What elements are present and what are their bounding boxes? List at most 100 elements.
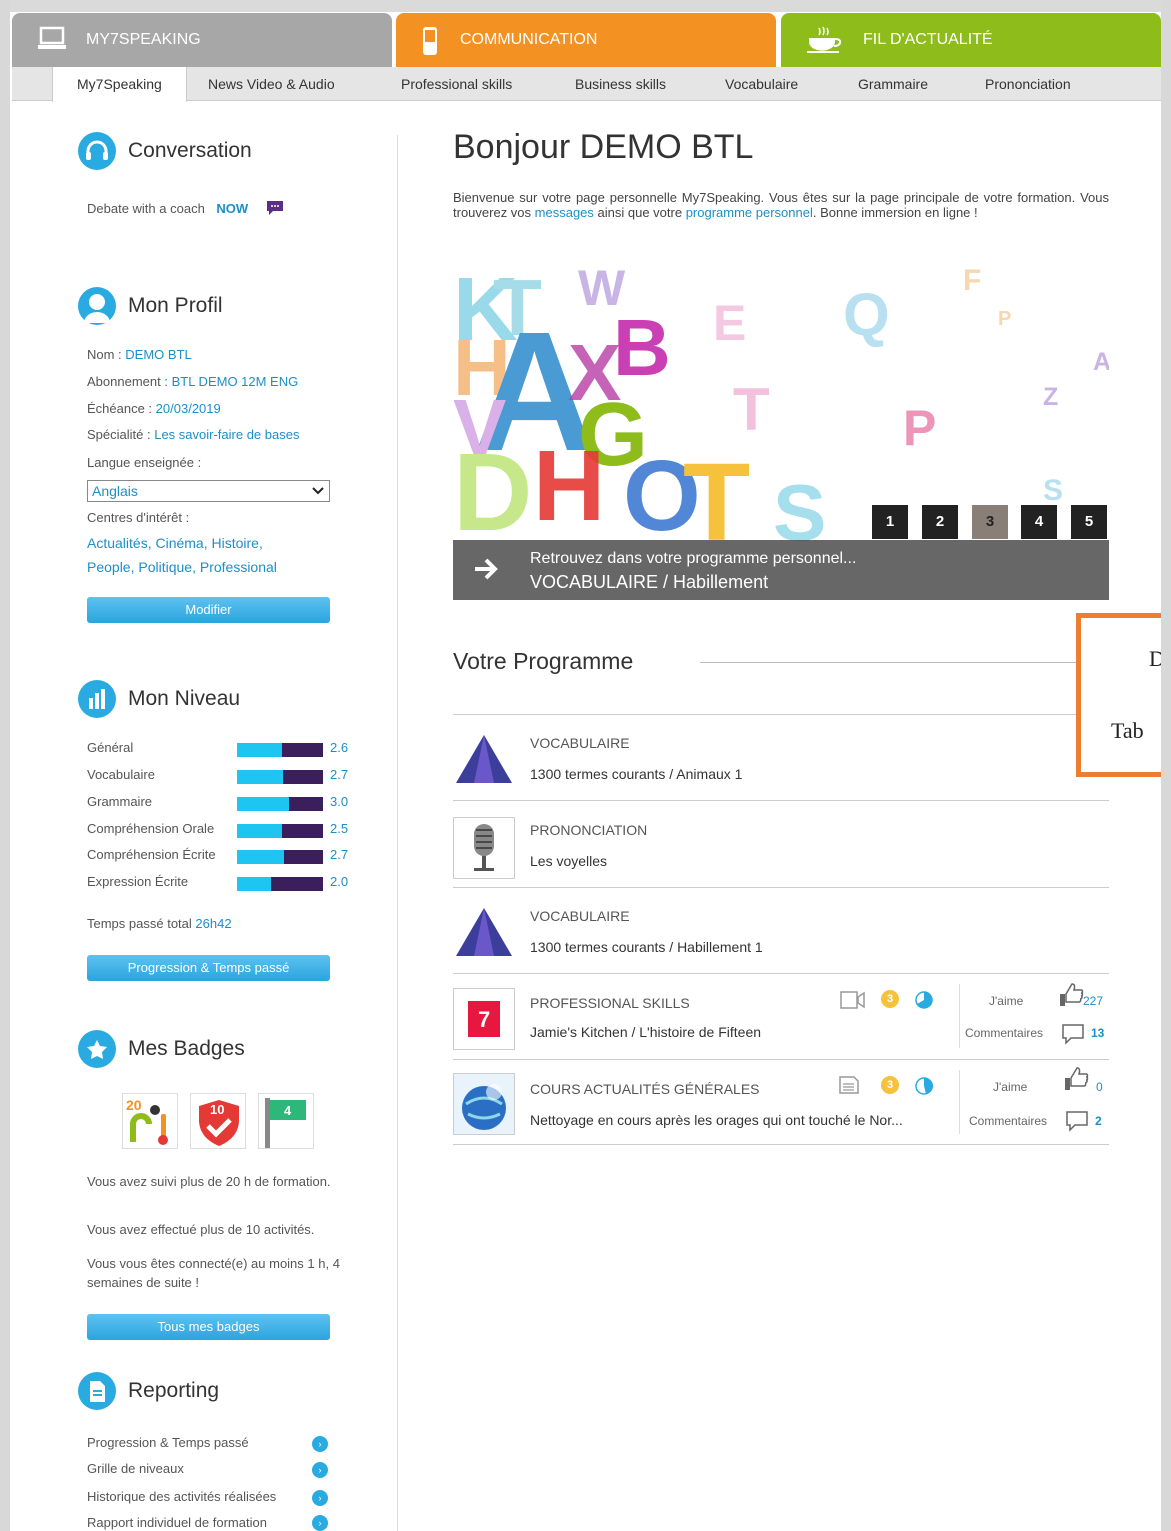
- slide-2-button[interactable]: 2: [922, 505, 958, 539]
- progress-pie-icon: [914, 990, 934, 1015]
- reporting-item-grille[interactable]: Grille de niveaux: [87, 1461, 184, 1476]
- thumbs-up-icon[interactable]: [1063, 1066, 1089, 1097]
- svg-text:B: B: [613, 303, 671, 392]
- svg-text:Q: Q: [843, 281, 890, 348]
- programme-category: COURS ACTUALITÉS GÉNÉRALES: [530, 1081, 760, 1097]
- comment-bubble-icon[interactable]: [1065, 1109, 1089, 1138]
- banner-caption[interactable]: Retrouvez dans votre programme personnel…: [453, 540, 1109, 600]
- arrow-right-icon[interactable]: ›: [312, 1462, 328, 1478]
- programme-item[interactable]: COURS ACTUALITÉS GÉNÉRALES Nettoyage en …: [453, 1059, 1109, 1145]
- subnav-my7speaking[interactable]: My7Speaking: [52, 67, 187, 102]
- level-value: 2.5: [330, 821, 349, 836]
- badge-10-activites-icon[interactable]: 10: [190, 1093, 246, 1149]
- langue-value: Anglais: [92, 483, 138, 499]
- progression-button[interactable]: Progression & Temps passé: [87, 955, 330, 981]
- badge-4-semaines-icon[interactable]: 4: [258, 1093, 314, 1149]
- section-title: Mon Niveau: [128, 687, 241, 710]
- comments-label: Commentaires: [969, 1114, 1048, 1128]
- svg-text:H: H: [533, 430, 605, 542]
- subnav-professional-skills[interactable]: Professional skills: [401, 67, 512, 101]
- slide-3-button[interactable]: 3: [972, 505, 1008, 539]
- arrow-right-icon[interactable]: ›: [312, 1515, 328, 1531]
- arrow-right-icon: [471, 554, 501, 589]
- reporting-heading: Reporting: [78, 1372, 219, 1410]
- slide-5-button[interactable]: 5: [1071, 505, 1107, 539]
- reporting-item-historique[interactable]: Historique des activités réalisées: [87, 1489, 276, 1504]
- subnav-prononciation[interactable]: Prononciation: [985, 67, 1071, 101]
- section-title: Conversation: [128, 139, 252, 162]
- slide-1-button[interactable]: 1: [872, 505, 908, 539]
- arrow-right-icon[interactable]: ›: [312, 1490, 328, 1506]
- svg-text:10: 10: [210, 1102, 224, 1117]
- tab-fil-actualite[interactable]: FIL D'ACTUALITÉ: [781, 13, 1161, 67]
- level-bar: [237, 850, 323, 864]
- tab-label: MY7SPEAKING: [86, 31, 201, 48]
- svg-text:Z: Z: [1043, 383, 1058, 411]
- user-icon: [78, 287, 116, 325]
- reporting-item-progression[interactable]: Progression & Temps passé: [87, 1435, 249, 1450]
- badge-text-2: Vous avez effectué plus de 10 activités.: [87, 1222, 315, 1237]
- vocabulaire-a-icon: [453, 731, 515, 793]
- document-icon: [78, 1372, 116, 1410]
- comment-bubble-icon[interactable]: [1061, 1022, 1085, 1051]
- langue-select[interactable]: Anglais: [87, 480, 330, 502]
- now-link[interactable]: NOW: [216, 201, 248, 216]
- level-bar: [237, 824, 323, 838]
- badge-20h-icon[interactable]: 20: [122, 1093, 178, 1149]
- level-label: Compréhension Orale: [87, 821, 215, 836]
- programme-item[interactable]: VOCABULAIRE 1300 termes courants / Anima…: [453, 714, 1109, 800]
- tab-my7speaking[interactable]: MY7SPEAKING: [12, 13, 392, 67]
- subnav-grammaire[interactable]: Grammaire: [858, 67, 928, 101]
- profil-centres-label: Centres d'intérêt :: [87, 510, 190, 525]
- level-label: Expression Écrite: [87, 874, 189, 889]
- tous-mes-badges-button[interactable]: Tous mes badges: [87, 1314, 330, 1340]
- svg-text:S: S: [1043, 474, 1063, 507]
- level-row: Compréhension Orale 2.5: [87, 821, 357, 839]
- profil-heading: Mon Profil: [78, 287, 223, 325]
- main-tabs: MY7SPEAKING COMMUNICATION FIL D'ACTUALIT…: [12, 13, 1161, 67]
- svg-text:4: 4: [284, 1103, 292, 1118]
- badges-heading: Mes Badges: [78, 1030, 245, 1068]
- level-row: Général 2.6: [87, 740, 357, 758]
- text-document-icon: [838, 1075, 860, 1100]
- level-bar-fill: [237, 850, 285, 864]
- messages-link[interactable]: messages: [535, 205, 594, 220]
- programme-item[interactable]: PRONONCIATION Les voyelles: [453, 800, 1109, 887]
- subnav-vocabulaire[interactable]: Vocabulaire: [725, 67, 798, 101]
- profil-centres-line2[interactable]: People, Politique, Professional: [87, 559, 277, 575]
- slide-4-button[interactable]: 4: [1021, 505, 1057, 539]
- tab-communication[interactable]: COMMUNICATION: [396, 13, 776, 67]
- reporting-item-rapport[interactable]: Rapport individuel de formation: [87, 1515, 267, 1530]
- level-label: Grammaire: [87, 794, 153, 809]
- like-label: J'aime: [989, 994, 1024, 1008]
- intro-text: Bienvenue sur votre page personnelle My7…: [453, 190, 1109, 220]
- phone-icon: [422, 26, 440, 55]
- arrow-right-icon[interactable]: ›: [312, 1436, 328, 1452]
- chat-bubble-icon[interactable]: [266, 200, 284, 219]
- level-value: 3.0: [330, 794, 349, 809]
- profil-abonnement: Abonnement : BTL DEMO 12M ENG: [87, 374, 299, 389]
- modifier-button[interactable]: Modifier: [87, 597, 330, 623]
- niveau-heading: Mon Niveau: [78, 680, 240, 718]
- level-bar: [237, 877, 323, 891]
- overlay-callout: D Tab: [1076, 613, 1171, 777]
- section-title: Reporting: [128, 1379, 220, 1402]
- profil-centres-line1[interactable]: Actualités, Cinéma, Histoire,: [87, 535, 263, 551]
- programme-item[interactable]: VOCABULAIRE 1300 termes courants / Habil…: [453, 887, 1109, 973]
- caption-line1: Retrouvez dans votre programme personnel…: [530, 550, 857, 567]
- subnav-news-video-audio[interactable]: News Video & Audio: [208, 67, 335, 101]
- programme-personnel-link[interactable]: programme personnel: [686, 205, 813, 220]
- level-value: 2.6: [330, 740, 349, 755]
- level-badge: 3: [881, 990, 899, 1008]
- subnav-business-skills[interactable]: Business skills: [575, 67, 666, 101]
- level-value: 2.7: [330, 847, 349, 862]
- svg-text:A: A: [1093, 348, 1109, 376]
- chevron-down-icon: [311, 481, 325, 507]
- level-bar-fill: [237, 824, 282, 838]
- thumbs-up-icon[interactable]: [1058, 982, 1084, 1013]
- browser-top-strip: [0, 0, 1171, 12]
- svg-text:P: P: [903, 400, 936, 456]
- programme-item[interactable]: 7 PROFESSIONAL SKILLS Jamie's Kitchen / …: [453, 973, 1109, 1059]
- level-row: Grammaire 3.0: [87, 794, 357, 812]
- svg-text:20: 20: [126, 1097, 142, 1113]
